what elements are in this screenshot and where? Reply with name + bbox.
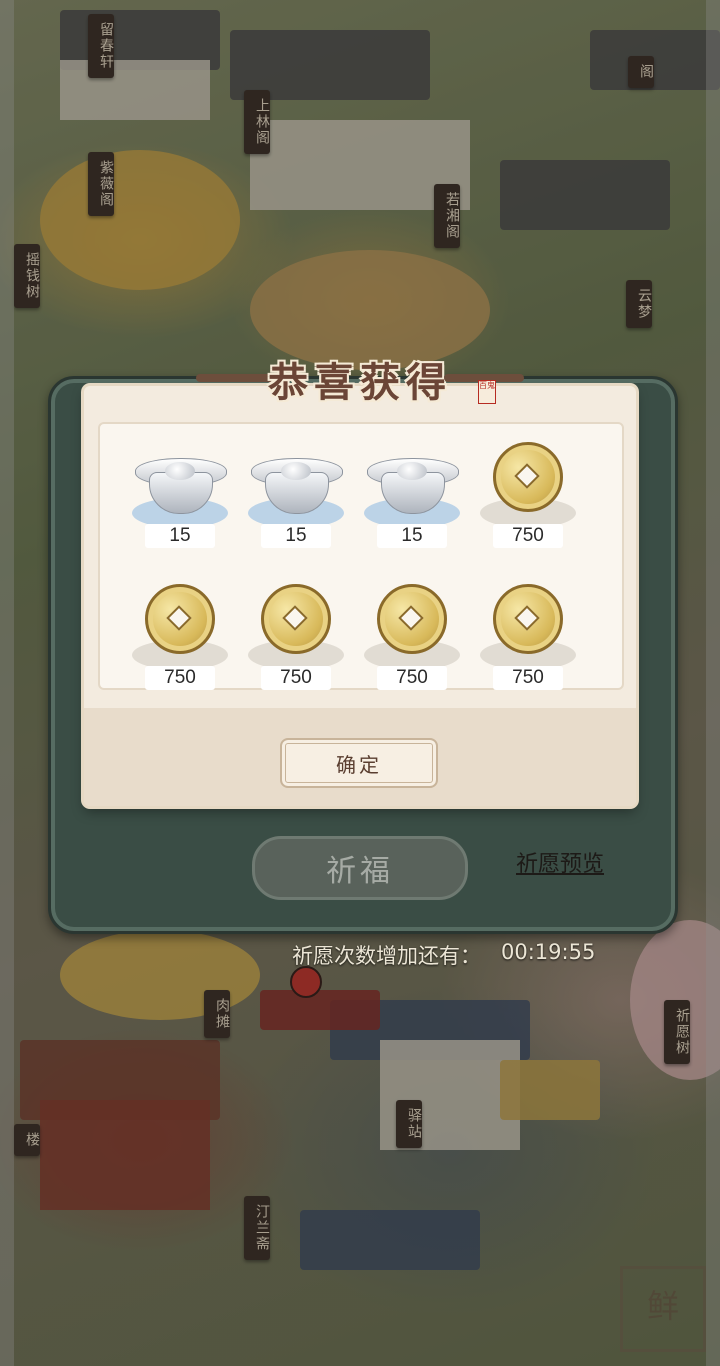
- confirm-button[interactable]: 确定: [280, 738, 438, 788]
- item-quantity: 15: [145, 524, 215, 548]
- silver-ingot-icon: [367, 454, 459, 516]
- copper-coin-icon: [493, 584, 563, 654]
- item-quantity: 750: [145, 666, 215, 690]
- item-quantity: 750: [493, 524, 563, 548]
- copper-coin-icon: [145, 584, 215, 654]
- item-quantity: 15: [261, 524, 331, 548]
- timer-label: 祈愿次数增加还有：: [292, 944, 481, 968]
- seal-stamp: 百鬼: [478, 380, 496, 404]
- reward-item[interactable]: 750: [122, 582, 238, 706]
- silver-ingot-icon: [135, 454, 227, 516]
- silver-ingot-icon: [251, 454, 343, 516]
- copper-coin-icon: [377, 584, 447, 654]
- timer-value: 00:19:55: [501, 940, 596, 964]
- reward-item[interactable]: 750: [470, 582, 586, 706]
- dialog-title: 恭喜获得: [268, 359, 452, 406]
- item-quantity: 15: [377, 524, 447, 548]
- reward-dialog: 15 15 15 750 750 750 750 750 确定: [84, 386, 636, 806]
- copper-coin-icon: [493, 442, 563, 512]
- wish-timer: 祈愿次数增加还有： 00:19:55: [292, 940, 595, 970]
- avatar[interactable]: [290, 966, 322, 998]
- item-quantity: 750: [493, 666, 563, 690]
- wish-preview-link[interactable]: 祈愿预览: [516, 846, 604, 878]
- reward-item[interactable]: 750: [470, 440, 586, 564]
- reward-list: 15 15 15 750 750 750 750 750: [98, 422, 624, 690]
- reward-item[interactable]: 15: [354, 440, 470, 564]
- reward-item[interactable]: 750: [354, 582, 470, 706]
- item-quantity: 750: [261, 666, 331, 690]
- item-quantity: 750: [377, 666, 447, 690]
- pray-button[interactable]: 祈福: [252, 836, 468, 900]
- reward-item[interactable]: 750: [238, 582, 354, 706]
- scroll-ornament-left: [196, 374, 276, 382]
- reward-item[interactable]: 15: [122, 440, 238, 564]
- reward-item[interactable]: 15: [238, 440, 354, 564]
- copper-coin-icon: [261, 584, 331, 654]
